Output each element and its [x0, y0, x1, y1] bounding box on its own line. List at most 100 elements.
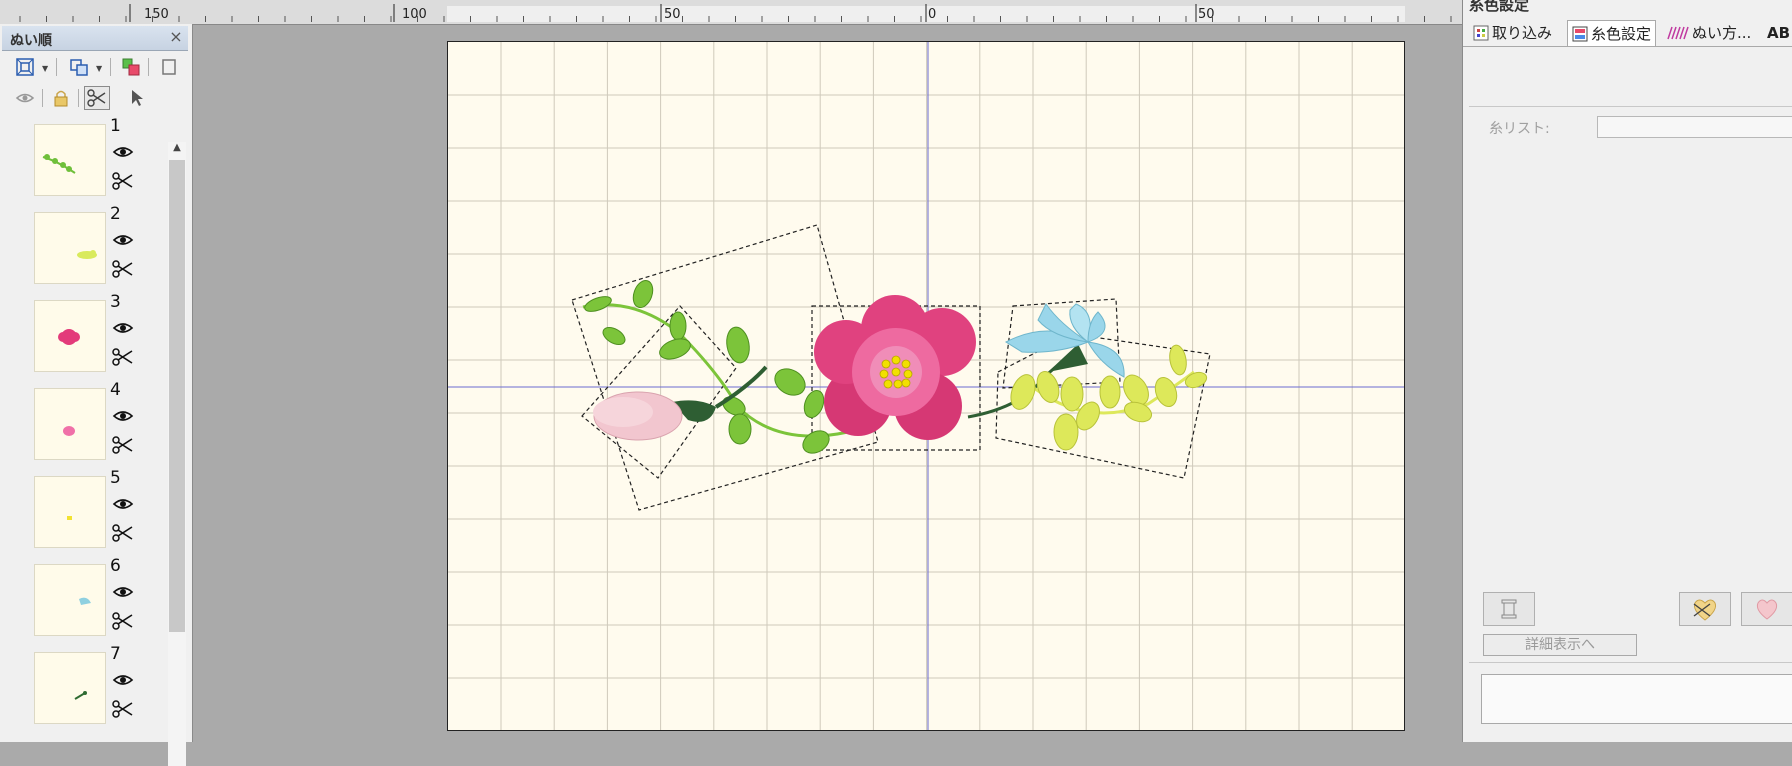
design-canvas[interactable] [447, 41, 1405, 731]
tab-text[interactable]: AB [1763, 20, 1792, 45]
thumbnail-graphic [58, 329, 80, 345]
thumbnail-graphic [67, 516, 72, 520]
list-scrollbar[interactable]: ▲ [168, 142, 186, 766]
item-thumbnail[interactable] [34, 300, 106, 372]
blue-flower[interactable] [1004, 303, 1125, 378]
scissors-icon[interactable] [112, 260, 134, 282]
lock-icon[interactable] [48, 86, 74, 110]
thumbnail-graphic [63, 426, 75, 436]
ruler-ticks: 150 100 50 0 50 [19, 4, 1452, 22]
scissors-heart-icon [1693, 599, 1716, 621]
list-item[interactable]: 5 [28, 466, 166, 548]
thread-list-field[interactable] [1597, 116, 1792, 138]
import-icon [1473, 25, 1489, 40]
tab-label: 糸色設定 [1591, 25, 1652, 43]
list-item[interactable]: 6 [28, 554, 166, 636]
eye-icon[interactable] [112, 144, 134, 164]
info-box [1481, 674, 1792, 724]
thumbnail-graphic [42, 154, 76, 174]
panel-title: ぬい順 [10, 33, 52, 49]
item-number: 6 [110, 556, 121, 576]
text-icon: AB [1767, 23, 1791, 42]
eye-toggle-icon[interactable] [12, 86, 38, 110]
scissors-icon[interactable] [112, 524, 134, 546]
magenta-flower[interactable] [814, 295, 976, 440]
thread-color-panel: 糸色設定 取り込み 糸色設定 ぬい方... AB 糸リスト: 詳細表示へ [1462, 0, 1792, 742]
item-number: 2 [110, 204, 121, 224]
spool-icon [1501, 599, 1517, 619]
ruler-label: 150 [144, 7, 169, 22]
panel-tab-bar: 取り込み 糸色設定 ぬい方... AB [1463, 20, 1792, 47]
scissors-icon[interactable] [112, 436, 134, 458]
chevron-down-icon[interactable]: ▼ [96, 64, 102, 73]
ruler-label: 0 [928, 7, 936, 22]
scissors-icon[interactable] [112, 612, 134, 634]
item-thumbnail[interactable] [34, 124, 106, 196]
divider [1469, 106, 1792, 107]
toolbar-divider [56, 58, 57, 76]
tab-thread-color[interactable]: 糸色設定 [1567, 20, 1657, 46]
thread-color-icon [1572, 26, 1588, 41]
scroll-up-icon[interactable]: ▲ [168, 142, 186, 158]
toolbar-divider [148, 58, 149, 76]
list-item[interactable]: 4 [28, 378, 166, 460]
sew-order-panel: ぬい順 × ▼ ▼ 1 2 3 4 5 6 7 ▲ [0, 24, 193, 766]
item-number: 7 [110, 644, 121, 664]
eye-icon[interactable] [112, 320, 134, 340]
eye-icon[interactable] [112, 496, 134, 516]
item-thumbnail[interactable] [34, 388, 106, 460]
tab-stitch-type[interactable]: ぬい方... [1663, 20, 1755, 45]
ruler-label: 50 [664, 7, 681, 22]
panel-title: 糸色設定 [1469, 0, 1530, 14]
thread-list-label: 糸リスト: [1489, 121, 1550, 137]
sew-order-list: 1 2 3 4 5 6 7 [6, 114, 166, 742]
item-number: 4 [110, 380, 121, 400]
group-icon[interactable] [66, 55, 92, 79]
item-thumbnail[interactable] [34, 652, 106, 724]
detail-view-button[interactable]: 詳細表示へ [1483, 634, 1637, 656]
tab-import[interactable]: 取り込み [1469, 20, 1556, 45]
item-number: 5 [110, 468, 121, 488]
fit-view-icon[interactable] [12, 55, 38, 79]
thumbnail-graphic [74, 691, 87, 700]
item-thumbnail[interactable] [34, 476, 106, 548]
cut-heart-button[interactable] [1679, 592, 1731, 626]
list-item[interactable]: 3 [28, 290, 166, 372]
pointer-icon[interactable] [124, 86, 150, 110]
scissors-icon[interactable] [112, 700, 134, 722]
horizontal-ruler: 150 100 50 0 50 [0, 0, 1462, 25]
eye-icon[interactable] [112, 232, 134, 252]
thumbnail-graphic [79, 597, 91, 605]
list-item[interactable]: 1 [28, 114, 166, 196]
tab-label: ぬい方... [1692, 24, 1752, 42]
toolbar-divider [42, 89, 43, 107]
item-number: 3 [110, 292, 121, 312]
canvas-drawing[interactable] [448, 42, 1405, 731]
item-number: 1 [110, 116, 121, 136]
panel-title-bar: ぬい順 × [2, 26, 188, 51]
toolbar-divider [110, 58, 111, 76]
scissors-toggle-icon[interactable] [84, 86, 110, 110]
frame-icon[interactable] [156, 55, 182, 79]
scissors-icon[interactable] [112, 172, 134, 194]
chevron-down-icon[interactable]: ▼ [42, 64, 48, 73]
thumbnail-graphic [77, 250, 97, 259]
heart-button[interactable] [1741, 592, 1792, 626]
spool-button[interactable] [1483, 592, 1535, 626]
ruler-label: 100 [402, 7, 427, 22]
list-item[interactable]: 2 [28, 202, 166, 284]
eye-icon[interactable] [112, 672, 134, 692]
item-thumbnail[interactable] [34, 212, 106, 284]
close-icon[interactable]: × [168, 28, 184, 46]
stitch-type-icon [1667, 26, 1689, 39]
scissors-icon[interactable] [112, 348, 134, 370]
heart-icon [1756, 599, 1778, 620]
scrollbar-thumb[interactable] [169, 160, 185, 632]
order-icon[interactable] [118, 55, 144, 79]
eye-icon[interactable] [112, 584, 134, 604]
panel-content: 糸リスト: 詳細表示へ [1469, 48, 1792, 742]
divider [1469, 662, 1792, 663]
item-thumbnail[interactable] [34, 564, 106, 636]
list-item[interactable]: 7 [28, 642, 166, 724]
eye-icon[interactable] [112, 408, 134, 428]
